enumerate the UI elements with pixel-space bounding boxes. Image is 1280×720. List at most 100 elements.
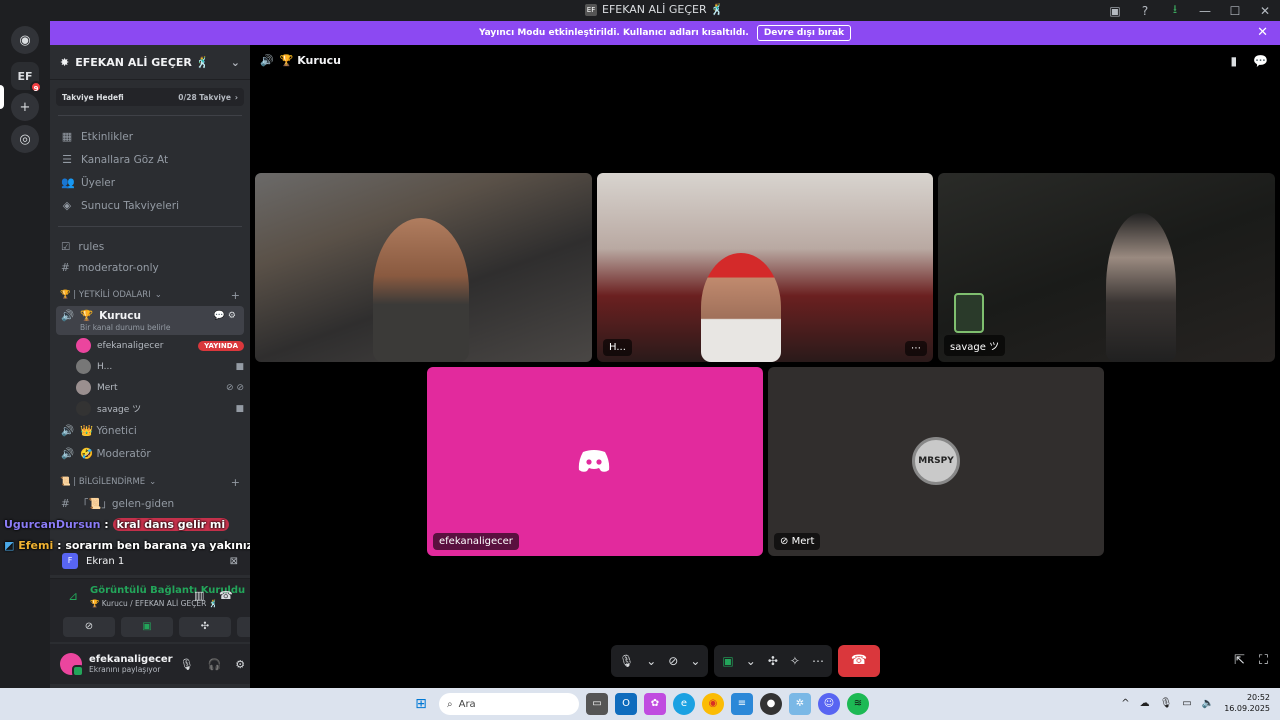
voice-channel-moderator[interactable]: 🔊 🤣 Moderatör (56, 442, 244, 465)
close-banner-icon[interactable]: ✕ (1257, 25, 1268, 40)
disable-streamer-mode-button[interactable]: Devre dışı bırak (756, 25, 852, 41)
discord-home-icon[interactable]: ◉ (11, 26, 39, 54)
nav-events[interactable]: ▦ Etkinlikler (56, 125, 244, 148)
settings-icon[interactable]: ⚙ (235, 658, 245, 671)
video-tile-cam2[interactable]: H... ⋯ (597, 173, 933, 362)
video-tile-efekanaligecer[interactable]: efekanaligecer (427, 367, 763, 556)
disconnect-button[interactable]: ☎ (837, 645, 880, 677)
activities-button[interactable]: ✣ (179, 617, 231, 637)
maximize-button[interactable]: ☐ (1220, 4, 1250, 18)
clock-date: 16.09.2025 (1224, 704, 1270, 713)
download-icon[interactable]: ⭳ (1160, 0, 1190, 21)
microphone-icon[interactable]: 🎙 (180, 658, 194, 671)
boost-goal[interactable]: Takviye Hedefi 0/28 Takviye › (56, 88, 244, 106)
user-status: Ekranını paylaşıyor (89, 665, 161, 674)
lamp-object (954, 293, 984, 333)
settings-app-icon[interactable]: ✲ (789, 693, 811, 715)
chevron-right-icon: › (234, 92, 238, 102)
chevron-down-icon[interactable]: ⌄ (746, 654, 756, 668)
voice-channel-kurucu[interactable]: 🔊 🏆 Kurucu 💬⚙ Bir kanal durumu belirle (56, 306, 244, 335)
outlook-icon[interactable]: O (615, 693, 637, 715)
avatar[interactable] (60, 653, 84, 677)
cloud-icon[interactable]: ☁ (1140, 698, 1150, 709)
channel-status-prompt[interactable]: Bir kanal durumu belirle (80, 323, 239, 332)
screen-share-icon: F (62, 553, 78, 569)
windows-start-icon[interactable]: ⊞ (410, 693, 432, 715)
noise-suppression-icon[interactable]: ▥ (194, 589, 204, 602)
audio-controls: 🎙 ⌄ ⊘ ⌄ (611, 645, 709, 677)
github-icon[interactable]: ● (760, 693, 782, 715)
user-name[interactable]: efekanaligecer (89, 654, 173, 665)
chevron-down-icon[interactable]: ⌄ (690, 654, 700, 668)
chevron-up-icon[interactable]: ^ (1121, 698, 1129, 709)
camera-off-button[interactable]: ⊘ (63, 617, 115, 637)
task-view-icon[interactable]: ▭ (586, 693, 608, 715)
notepad-icon[interactable]: ≡ (731, 693, 753, 715)
video-tile-mert[interactable]: MRSPY ⊘ Mert (768, 367, 1104, 556)
muted-deafened-icon: ⊘ ⊘ (226, 382, 244, 393)
voice-member[interactable]: savage ツ ■ (76, 398, 244, 419)
video-tile-cam1[interactable] (255, 173, 592, 362)
taskbar-search[interactable]: ⌕ Ara (439, 693, 579, 715)
more-icon[interactable]: ⋯ (812, 654, 824, 668)
voice-member[interactable]: Mert ⊘ ⊘ (76, 377, 244, 398)
channel-rules[interactable]: ☑ rules (56, 236, 244, 257)
nav-members[interactable]: 👥 Üyeler (56, 171, 244, 194)
headphones-icon[interactable]: 🎧 (208, 658, 222, 671)
nav-server-boosts[interactable]: ◈ Sunucu Takviyeleri (56, 194, 244, 217)
chat-bubble-icon[interactable]: 💬 (1253, 54, 1268, 68)
volume-icon[interactable]: 🔈 (1202, 698, 1214, 709)
discord-taskbar-icon[interactable]: ☺ (818, 693, 840, 715)
system-tray: ^ ☁ 🎙 ▭ 🔈 20:52 16.09.2025 (1121, 692, 1270, 714)
voice-member[interactable]: efekanaligecer YAYINDA (76, 335, 244, 356)
voice-member[interactable]: H... ■ (76, 356, 244, 377)
disconnect-icon[interactable]: ☎ (219, 589, 233, 602)
chat-message: sorarım ben barana ya yakınız (65, 539, 254, 552)
add-server-icon[interactable]: + (11, 93, 39, 121)
add-channel-icon[interactable]: + (231, 476, 240, 489)
server-icon-ef[interactable]: EF 9 (11, 62, 42, 93)
discover-icon[interactable]: ◎ (11, 125, 39, 153)
category-bilgilendirme[interactable]: 📜 | BİLGİLENDİRME ⌄ + (50, 471, 250, 493)
activities-icon[interactable]: ✣ (768, 654, 778, 668)
inbox-icon[interactable]: ▣ (1100, 4, 1130, 18)
add-channel-icon[interactable]: + (231, 289, 240, 302)
signal-icon[interactable]: ⊿ (68, 589, 78, 603)
copilot-icon[interactable]: ✿ (644, 693, 666, 715)
screen-share-icon[interactable]: ▣ (722, 654, 733, 668)
speaker-icon: 🔊 (61, 310, 75, 322)
channel-gelen-giden[interactable]: # 「📜」gelen-giden (56, 493, 244, 514)
minimize-button[interactable]: — (1190, 4, 1220, 18)
soundboard-icon[interactable]: ✧ (790, 654, 800, 668)
voice-channel-yonetici[interactable]: 🔊 👑 Yönetici (56, 419, 244, 442)
popout-icon[interactable]: ⇱ (1234, 653, 1245, 668)
channel-moderator-only[interactable]: # moderator-only (56, 257, 244, 278)
chevron-down-icon: ⌄ (154, 290, 162, 300)
clock[interactable]: 20:52 16.09.2025 (1224, 692, 1270, 714)
server-header[interactable]: ✸ EFEKAN ALİ GEÇER 🕺 ⌄ (50, 45, 250, 80)
edge-icon[interactable]: e (673, 693, 695, 715)
category-yetkili[interactable]: 🏆 | YETKİLİ ODALARI ⌄ + (50, 284, 250, 306)
camera-off-icon[interactable]: ⊘ (668, 654, 678, 668)
fullscreen-icon[interactable]: ⛶ (1259, 653, 1268, 668)
os-taskbar: ⊞ ⌕ Ara ▭ O ✿ e ◉ ≡ ● ✲ ☺ ≋ ^ ☁ 🎙 ▭ 🔈 20… (0, 688, 1280, 720)
spotify-icon[interactable]: ≋ (847, 693, 869, 715)
stop-share-icon[interactable]: ⊠ (230, 556, 238, 567)
chevron-down-icon[interactable]: ⌄ (646, 654, 656, 668)
stage-channel-name: 🏆 Kurucu (279, 54, 341, 67)
channel-tools[interactable]: 💬⚙ (214, 311, 239, 321)
screen-share-button[interactable]: ▣ (121, 617, 173, 637)
chrome-icon[interactable]: ◉ (702, 693, 724, 715)
help-icon[interactable]: ? (1130, 4, 1160, 18)
microphone-icon[interactable]: 🎙 (619, 654, 634, 668)
monitor-icon[interactable]: ▭ (1182, 698, 1191, 709)
close-button[interactable]: ✕ (1250, 4, 1280, 18)
participant-name: Mert (791, 536, 815, 547)
more-options-icon[interactable]: ⋯ (905, 341, 927, 356)
microphone-tray-icon[interactable]: 🎙 (1160, 698, 1173, 709)
nav-browse-channels[interactable]: ☰ Kanallara Göz At (56, 148, 244, 171)
bookmark-icon[interactable]: ▮ (1230, 54, 1237, 68)
mention-badge: 9 (30, 81, 42, 93)
video-tile-cam3[interactable]: savage ツ (938, 173, 1275, 362)
avatar (76, 359, 91, 374)
